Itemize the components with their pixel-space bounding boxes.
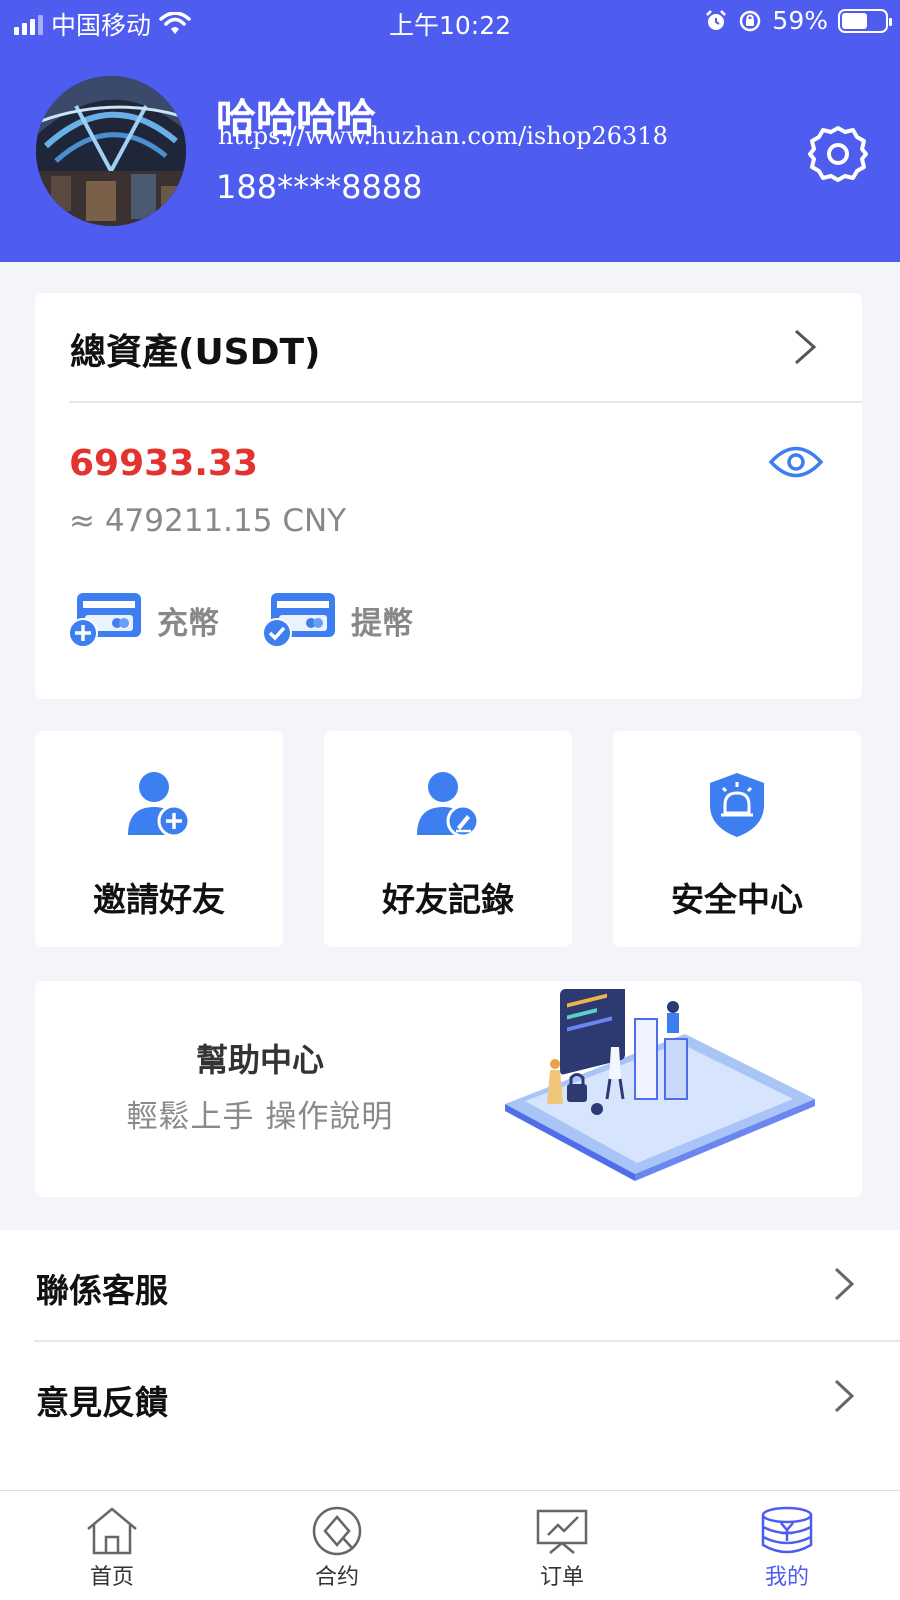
asset-card: 總資產(USDT) 69933.33 ≈ 479211.15 CNY 充幣 提幣 <box>35 293 862 699</box>
help-subtitle: 輕鬆上手 操作說明 <box>126 1099 394 1135</box>
deposit-button[interactable]: 充幣 <box>67 591 219 649</box>
tab-bar: 首页 合约 订单 我的 <box>0 1490 900 1600</box>
menu-list: 聯係客服 意見反饋 <box>0 1230 900 1490</box>
menu-label: 意見反饋 <box>36 1383 168 1422</box>
feedback-item[interactable]: 意見反饋 <box>0 1342 900 1452</box>
tab-mine[interactable]: 我的 <box>727 1505 847 1591</box>
profile-header: 中国移动 上午10:22 59% 哈哈哈哈 https://www.huzhan… <box>0 0 900 262</box>
invite-friends-tile[interactable]: 邀請好友 <box>35 731 283 947</box>
tab-order[interactable]: 订单 <box>502 1505 622 1591</box>
tab-label: 我的 <box>764 1565 809 1590</box>
tab-label: 合约 <box>314 1565 359 1590</box>
friend-records-tile[interactable]: 好友記錄 <box>324 731 572 947</box>
eye-icon[interactable] <box>768 443 824 481</box>
home-icon <box>87 1507 137 1555</box>
tab-label: 订单 <box>539 1565 584 1590</box>
contract-icon <box>312 1506 362 1556</box>
menu-label: 聯係客服 <box>36 1271 168 1310</box>
tile-label: 安全中心 <box>671 880 803 919</box>
chevron-right-icon <box>834 1379 855 1413</box>
asset-amount: 69933.33 <box>69 443 259 484</box>
avatar[interactable] <box>36 76 186 226</box>
alarm-icon <box>706 9 727 30</box>
phone-number: 188****8888 <box>216 168 423 206</box>
asset-cny-value: ≈ 479211.15 CNY <box>69 503 347 539</box>
tile-label: 邀請好友 <box>93 880 225 919</box>
chevron-right-icon <box>834 1267 855 1301</box>
battery-percent: 59% <box>772 6 828 35</box>
card-add-icon <box>68 593 141 648</box>
coins-icon <box>761 1506 813 1554</box>
order-icon <box>536 1509 588 1554</box>
contact-service-item[interactable]: 聯係客服 <box>0 1230 900 1342</box>
security-alarm-icon <box>710 773 764 837</box>
chevron-right-icon[interactable] <box>792 327 818 367</box>
help-center-card[interactable]: 幫助中心 輕鬆上手 操作說明 <box>35 981 862 1197</box>
divider <box>69 401 862 403</box>
status-bar: 中国移动 上午10:22 59% <box>0 0 900 44</box>
user-edit-icon <box>417 772 480 838</box>
rotation-lock-icon <box>740 10 761 31</box>
watermark-text: https://www.huzhan.com/ishop26318 <box>218 122 668 150</box>
help-title: 幫助中心 <box>195 1041 324 1079</box>
withdraw-button[interactable]: 提幣 <box>261 591 413 649</box>
tile-label: 好友記錄 <box>382 880 514 919</box>
deposit-label: 充幣 <box>157 605 219 642</box>
gear-icon[interactable] <box>808 124 868 184</box>
security-center-tile[interactable]: 安全中心 <box>613 731 861 947</box>
add-user-icon <box>128 772 191 838</box>
status-right: 59% <box>704 6 892 35</box>
withdraw-label: 提幣 <box>351 605 413 642</box>
help-illustration <box>505 989 815 1181</box>
tab-contract[interactable]: 合约 <box>277 1505 397 1591</box>
card-check-icon <box>262 593 335 648</box>
asset-title[interactable]: 總資產(USDT) <box>70 323 321 375</box>
tab-home[interactable]: 首页 <box>52 1505 172 1591</box>
battery-icon <box>838 8 892 33</box>
tab-label: 首页 <box>89 1565 134 1590</box>
